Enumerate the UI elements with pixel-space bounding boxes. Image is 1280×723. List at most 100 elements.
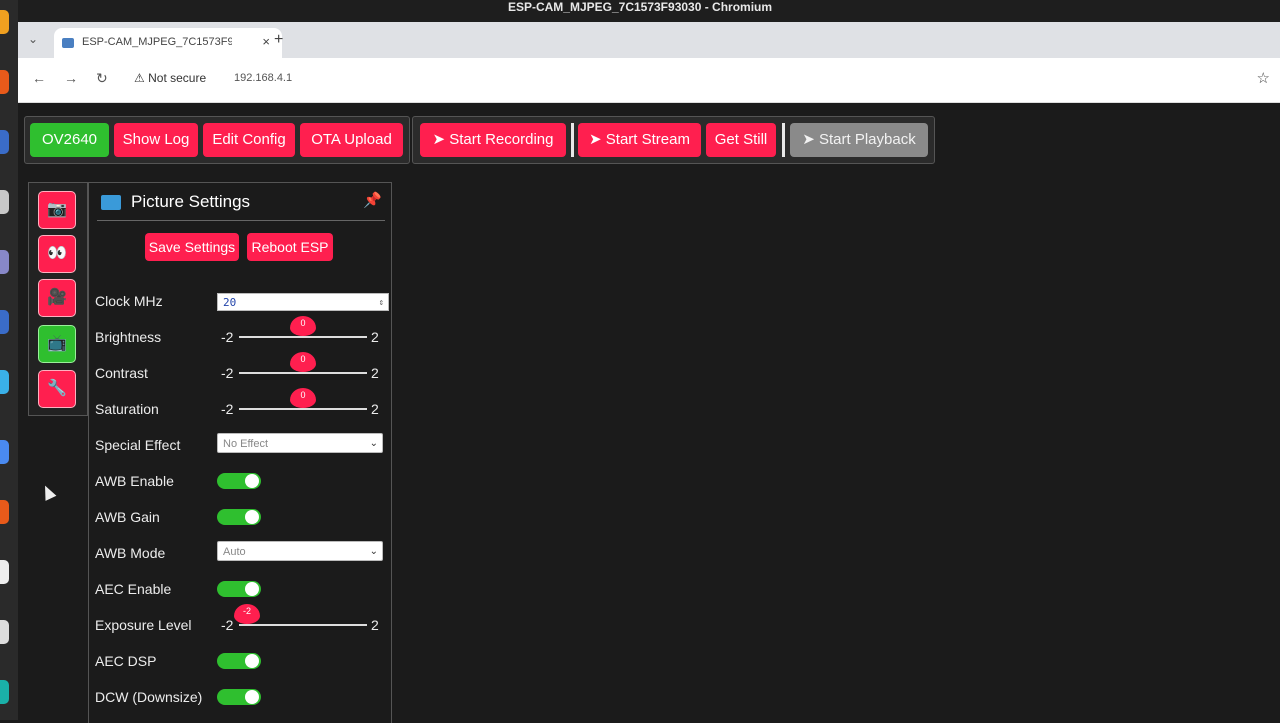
awb-mode-label: AWB Mode xyxy=(95,545,166,561)
special-effect-label: Special Effect xyxy=(95,437,181,453)
aec-enable-toggle[interactable] xyxy=(217,581,261,597)
dock-app-icon[interactable] xyxy=(0,130,9,154)
toggle-knob xyxy=(245,582,259,596)
tv-icon xyxy=(62,38,74,48)
video-camera-icon[interactable]: 🎥 xyxy=(38,279,76,317)
dock-app-icon[interactable] xyxy=(0,310,9,334)
awb-mode-value: Auto xyxy=(223,546,246,558)
exposure-level-label: Exposure Level xyxy=(95,617,192,633)
warning-icon: ⚠ xyxy=(134,71,145,85)
camera-icon[interactable]: 📷 xyxy=(38,191,76,229)
awb-enable-toggle[interactable] xyxy=(217,473,261,489)
os-window-title: ESP-CAM_MJPEG_7C1573F93030 - Chromium xyxy=(0,0,1280,22)
security-indicator[interactable]: ⚠ Not secure xyxy=(134,71,206,85)
aec-dsp-label: AEC DSP xyxy=(95,653,157,669)
divider xyxy=(571,123,574,157)
exposure-level-min: -2 xyxy=(221,617,234,633)
divider xyxy=(97,220,385,221)
tv-icon xyxy=(101,195,121,210)
os-dock xyxy=(0,0,18,720)
awb-gain-label: AWB Gain xyxy=(95,509,160,525)
toggle-knob xyxy=(245,474,259,488)
show-log-button[interactable]: Show Log xyxy=(114,123,198,157)
reboot-esp-button[interactable]: Reboot ESP xyxy=(247,233,333,261)
dock-app-icon[interactable] xyxy=(0,440,9,464)
dock-app-icon[interactable] xyxy=(0,250,9,274)
start-recording-button[interactable]: ➤ Start Recording xyxy=(420,123,566,157)
security-label: Not secure xyxy=(148,71,207,85)
pin-icon[interactable]: 📌 xyxy=(363,191,382,209)
special-effect-value: No Effect xyxy=(223,438,269,450)
mouse-cursor-icon xyxy=(39,483,57,501)
wrench-icon[interactable]: 🔧 xyxy=(38,370,76,408)
awb-enable-label: AWB Enable xyxy=(95,473,174,489)
start-playback-button[interactable]: ➤ Start Playback xyxy=(790,123,928,157)
exposure-level-slider-thumb[interactable]: -2 xyxy=(234,604,260,624)
dcw-toggle[interactable] xyxy=(217,689,261,705)
tab-title: ESP-CAM_MJPEG_7C1573F93030 xyxy=(82,36,232,48)
side-menu: 📷 👀 🎥 📺 🔧 xyxy=(28,182,88,416)
dock-app-icon[interactable] xyxy=(0,560,9,584)
awb-mode-select[interactable]: Auto ⌄ xyxy=(217,541,383,561)
toggle-knob xyxy=(245,510,259,524)
save-settings-button[interactable]: Save Settings xyxy=(145,233,239,261)
dock-app-icon[interactable] xyxy=(0,190,9,214)
saturation-slider-thumb[interactable]: 0 xyxy=(290,388,316,408)
toggle-knob xyxy=(245,654,259,668)
contrast-max: 2 xyxy=(371,365,379,381)
back-arrow-icon[interactable]: ← xyxy=(32,70,46,86)
special-effect-select[interactable]: No Effect ⌄ xyxy=(217,433,383,453)
address-bar[interactable]: 192.168.4.1 xyxy=(234,72,292,84)
panel-title: Picture Settings xyxy=(131,192,251,211)
clock-label: Clock MHz xyxy=(95,293,163,309)
contrast-slider-thumb[interactable]: 0 xyxy=(290,352,316,372)
contrast-min: -2 xyxy=(221,365,234,381)
picture-settings-panel: Picture Settings 📌 Save Settings Reboot … xyxy=(88,182,392,723)
star-icon[interactable]: ☆ xyxy=(1257,69,1270,87)
browser-toolbar: ← → ↻ ⚠ Not secure 192.168.4.1 ☆ xyxy=(18,58,1280,103)
top-group-capture: ➤ Start Recording ➤ Start Stream Get Sti… xyxy=(412,116,935,164)
dock-app-icon[interactable] xyxy=(0,620,9,644)
brightness-slider-thumb[interactable]: 0 xyxy=(290,316,316,336)
spinner-icon[interactable]: ⇕ xyxy=(379,294,384,312)
saturation-min: -2 xyxy=(221,401,234,417)
dock-app-icon[interactable] xyxy=(0,70,9,94)
forward-arrow-icon[interactable]: → xyxy=(64,70,78,86)
dock-app-icon[interactable] xyxy=(0,10,9,34)
reload-icon[interactable]: ↻ xyxy=(96,70,108,87)
toggle-knob xyxy=(245,690,259,704)
tv-icon[interactable]: 📺 xyxy=(38,325,76,363)
dock-app-icon[interactable] xyxy=(0,680,9,704)
awb-gain-toggle[interactable] xyxy=(217,509,261,525)
exposure-level-max: 2 xyxy=(371,617,379,633)
brightness-min: -2 xyxy=(221,329,234,345)
contrast-slider[interactable] xyxy=(239,372,367,374)
contrast-label: Contrast xyxy=(95,365,148,381)
get-still-button[interactable]: Get Still xyxy=(706,123,776,157)
chevron-down-icon: ⌄ xyxy=(369,438,378,449)
dock-app-icon[interactable] xyxy=(0,370,9,394)
sensor-button[interactable]: OV2640 xyxy=(30,123,109,157)
browser-tab[interactable]: ESP-CAM_MJPEG_7C1573F93030 × xyxy=(54,28,282,58)
edit-config-button[interactable]: Edit Config xyxy=(203,123,295,157)
close-icon[interactable]: × xyxy=(262,34,270,49)
brightness-slider[interactable] xyxy=(239,336,367,338)
saturation-slider[interactable] xyxy=(239,408,367,410)
aec-dsp-toggle[interactable] xyxy=(217,653,261,669)
clock-value: 20 xyxy=(223,296,237,309)
divider xyxy=(782,123,785,157)
plus-icon[interactable]: + xyxy=(274,31,283,49)
brightness-label: Brightness xyxy=(95,329,162,345)
browser-tab-strip: ⌄ ESP-CAM_MJPEG_7C1573F93030 × + xyxy=(18,22,1280,58)
chevron-down-icon[interactable]: ⌄ xyxy=(28,32,38,46)
ota-upload-button[interactable]: OTA Upload xyxy=(300,123,403,157)
exposure-level-slider[interactable] xyxy=(239,624,367,626)
chevron-down-icon: ⌄ xyxy=(369,546,378,557)
eyes-icon[interactable]: 👀 xyxy=(38,235,76,273)
dcw-label: DCW (Downsize) xyxy=(95,689,203,705)
brightness-max: 2 xyxy=(371,329,379,345)
saturation-max: 2 xyxy=(371,401,379,417)
clock-input[interactable]: 20 ⇕ xyxy=(217,293,389,311)
start-stream-button[interactable]: ➤ Start Stream xyxy=(578,123,701,157)
dock-app-icon[interactable] xyxy=(0,500,9,524)
